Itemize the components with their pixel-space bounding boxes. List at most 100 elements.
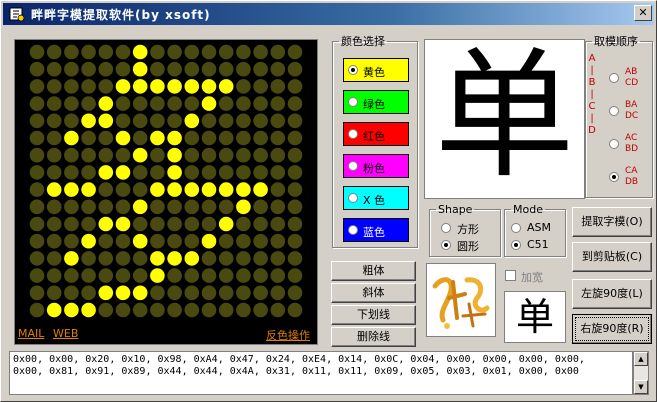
matrix-dot[interactable] [184, 233, 200, 249]
matrix-dot[interactable] [253, 251, 268, 266]
matrix-dot[interactable] [236, 302, 251, 318]
matrix-dot[interactable] [132, 147, 148, 163]
matrix-dot[interactable] [98, 233, 114, 249]
matrix-dot[interactable] [218, 302, 234, 318]
color-option[interactable]: 红色 [343, 122, 409, 146]
matrix-dot[interactable] [201, 165, 217, 180]
mode-c51-radio[interactable]: C51 [511, 238, 549, 251]
matrix-dot[interactable] [132, 302, 148, 318]
matrix-dot[interactable] [81, 130, 96, 146]
matrix-dot[interactable] [115, 113, 131, 129]
color-option[interactable]: 蓝色 [343, 218, 409, 242]
matrix-dot[interactable] [253, 147, 268, 163]
matrix-dot[interactable] [64, 44, 79, 60]
matrix-dot[interactable] [167, 182, 182, 197]
matrix-dot[interactable] [98, 130, 114, 146]
matrix-dot[interactable] [218, 44, 234, 60]
matrix-dot[interactable] [184, 199, 200, 215]
matrix-dot[interactable] [132, 165, 148, 180]
matrix-dot[interactable] [287, 182, 303, 197]
matrix-dot[interactable] [115, 285, 131, 301]
matrix-dot[interactable] [184, 251, 200, 266]
matrix-dot[interactable] [81, 216, 96, 232]
matrix-dot[interactable] [287, 165, 303, 180]
matrix-dot[interactable] [132, 182, 148, 197]
matrix-dot[interactable] [184, 182, 200, 197]
matrix-dot[interactable] [115, 79, 131, 94]
matrix-dot[interactable] [132, 251, 148, 266]
italic-button[interactable]: 斜体 [331, 283, 416, 303]
matrix-dot[interactable] [115, 233, 131, 249]
matrix-dot[interactable] [64, 147, 79, 163]
matrix-dot[interactable] [98, 268, 114, 283]
matrix-dot[interactable] [64, 285, 79, 301]
matrix-dot[interactable] [115, 182, 131, 197]
matrix-dot[interactable] [98, 165, 114, 180]
scroll-up-arrow-icon[interactable]: ▲ [634, 352, 648, 366]
matrix-dot[interactable] [46, 251, 62, 266]
matrix-dot[interactable] [287, 147, 303, 163]
matrix-dot[interactable] [287, 216, 303, 232]
matrix-dot[interactable] [81, 61, 96, 77]
matrix-dot[interactable] [253, 96, 268, 111]
matrix-dot[interactable] [98, 182, 114, 197]
matrix-dot[interactable] [98, 147, 114, 163]
matrix-dot[interactable] [201, 44, 217, 60]
web-link[interactable]: WEB [53, 327, 78, 340]
matrix-dot[interactable] [167, 268, 182, 283]
matrix-dot[interactable] [46, 96, 62, 111]
matrix-dot[interactable] [218, 130, 234, 146]
matrix-dot[interactable] [184, 147, 200, 163]
matrix-dot[interactable] [64, 96, 79, 111]
matrix-dot[interactable] [150, 302, 165, 318]
matrix-dot[interactable] [132, 285, 148, 301]
matrix-dot[interactable] [218, 165, 234, 180]
matrix-dot[interactable] [64, 113, 79, 129]
matrix-dot[interactable] [236, 268, 251, 283]
matrix-dot[interactable] [236, 285, 251, 301]
matrix-dot[interactable] [46, 61, 62, 77]
matrix-dot[interactable] [236, 233, 251, 249]
close-button[interactable]: ✕ [634, 5, 652, 21]
matrix-dot[interactable] [270, 130, 286, 146]
matrix-dot[interactable] [81, 79, 96, 94]
matrix-dot[interactable] [46, 165, 62, 180]
matrix-dot[interactable] [29, 233, 45, 249]
matrix-dot[interactable] [115, 147, 131, 163]
matrix-dot[interactable] [218, 199, 234, 215]
matrix-dot[interactable] [218, 147, 234, 163]
matrix-dot[interactable] [64, 182, 79, 197]
matrix-dot[interactable] [236, 147, 251, 163]
matrix-dot[interactable] [218, 216, 234, 232]
color-option[interactable]: 粉色 [343, 154, 409, 178]
matrix-dot[interactable] [218, 113, 234, 129]
matrix-dot[interactable] [253, 79, 268, 94]
color-option[interactable]: 黄色 [343, 58, 409, 82]
matrix-dot[interactable] [98, 302, 114, 318]
strikethrough-button[interactable]: 删除线 [331, 327, 416, 347]
matrix-dot[interactable] [132, 216, 148, 232]
matrix-dot[interactable] [287, 130, 303, 146]
matrix-dot[interactable] [115, 251, 131, 266]
matrix-dot[interactable] [287, 44, 303, 60]
matrix-dot[interactable] [46, 130, 62, 146]
matrix-dot[interactable] [218, 96, 234, 111]
matrix-dot[interactable] [218, 251, 234, 266]
matrix-dot[interactable] [150, 113, 165, 129]
matrix-dot[interactable] [184, 268, 200, 283]
matrix-dot[interactable] [167, 251, 182, 266]
matrix-dot[interactable] [287, 79, 303, 94]
matrix-dot[interactable] [270, 302, 286, 318]
output-scrollbar[interactable]: ▲ ▼ [633, 351, 649, 395]
matrix-dot[interactable] [253, 199, 268, 215]
matrix-dot[interactable] [46, 113, 62, 129]
matrix-dot[interactable] [64, 216, 79, 232]
matrix-dot[interactable] [46, 199, 62, 215]
matrix-dot[interactable] [184, 216, 200, 232]
matrix-dot[interactable] [184, 96, 200, 111]
matrix-dot[interactable] [167, 61, 182, 77]
matrix-dot[interactable] [184, 302, 200, 318]
matrix-dot[interactable] [270, 165, 286, 180]
title-bar[interactable]: 畔畔字模提取软件(by xsoft) ✕ [3, 3, 654, 25]
matrix-dot[interactable] [201, 216, 217, 232]
